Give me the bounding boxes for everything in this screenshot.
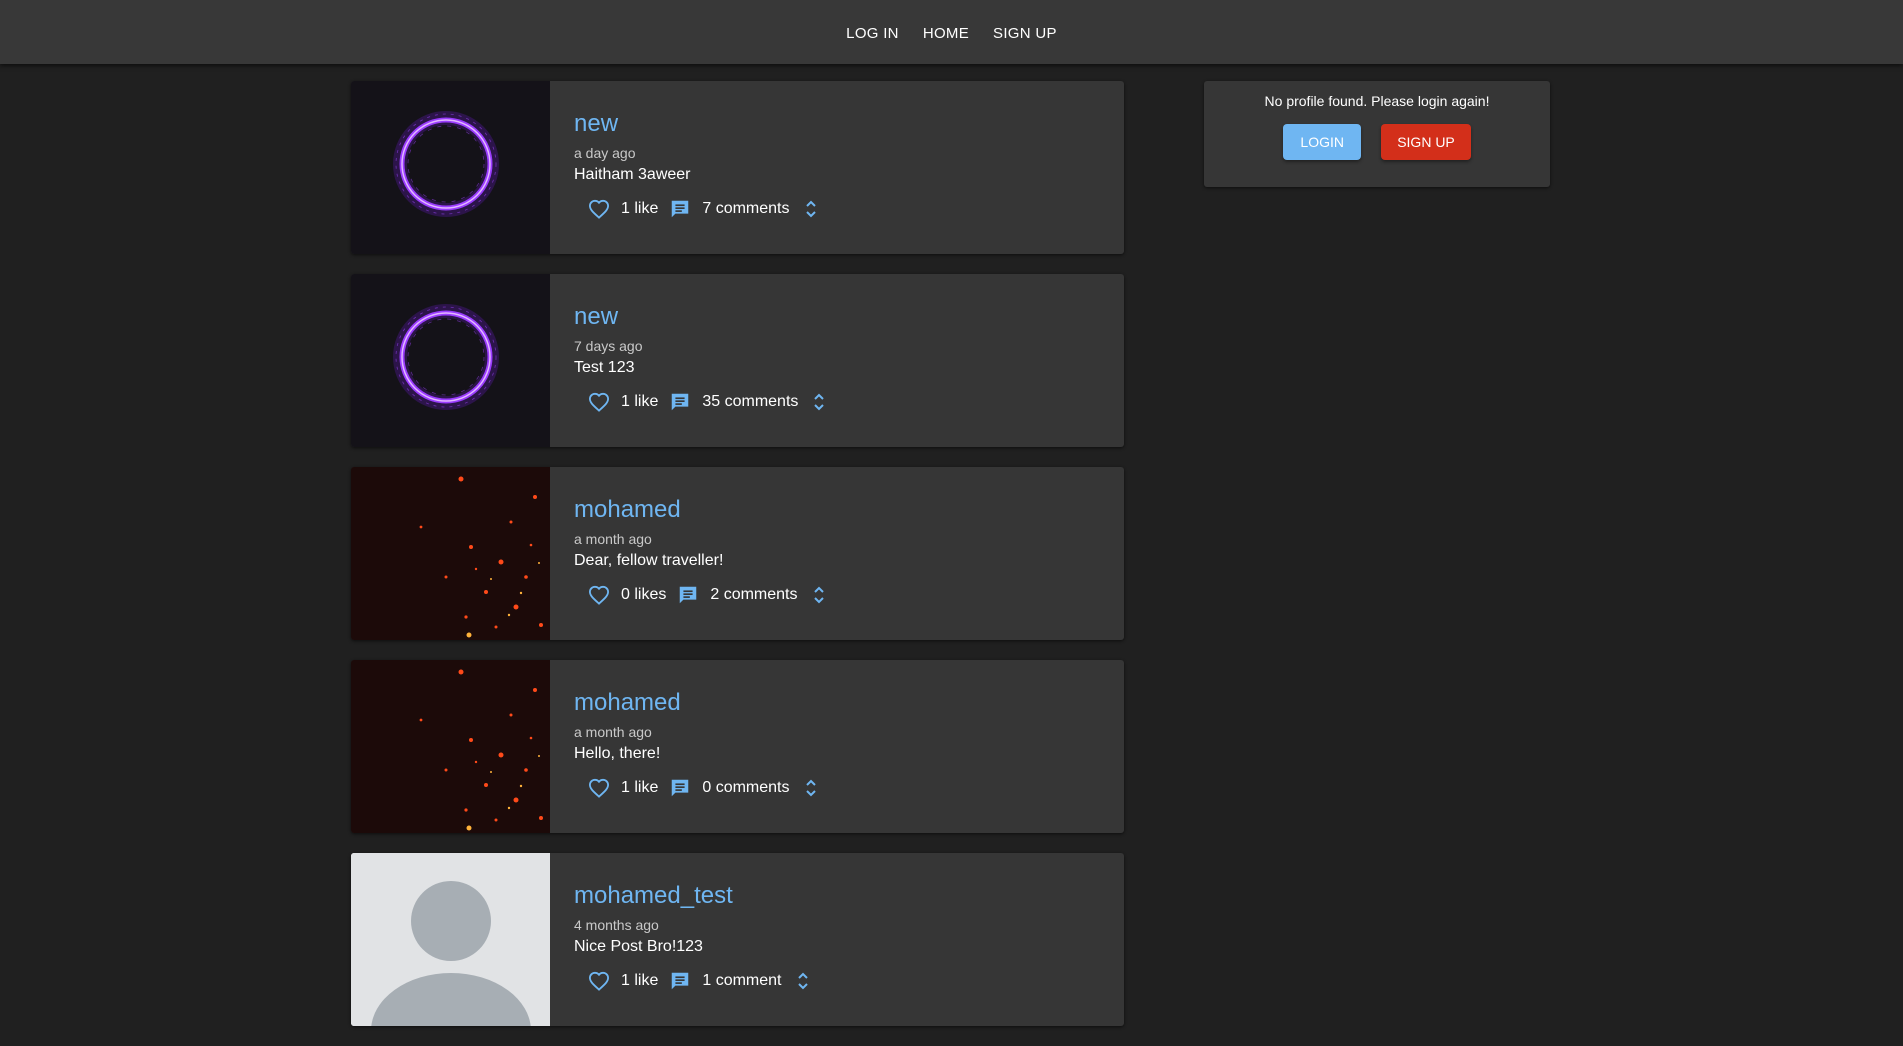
comment-icon <box>672 200 689 218</box>
heart-outline-icon <box>588 778 610 798</box>
comments-button[interactable]: 2 comments <box>677 584 810 606</box>
purple-ring-image <box>351 274 550 447</box>
post-actions: 1 like 0 comments <box>588 777 1124 799</box>
post-card[interactable]: mohamed a month ago Dear, fellow travell… <box>351 467 1124 640</box>
comments-button[interactable]: 35 comments <box>669 391 811 413</box>
post-image[interactable] <box>351 274 550 447</box>
expand-button[interactable] <box>795 970 811 992</box>
expand-button[interactable] <box>811 391 827 413</box>
post-timestamp: a month ago <box>574 531 652 547</box>
like-button[interactable]: 0 likes <box>588 585 677 605</box>
signup-button[interactable]: SIGN UP <box>1381 124 1471 160</box>
post-text: Hello, there! <box>574 745 661 762</box>
post-image[interactable] <box>351 660 550 833</box>
post-author-name[interactable]: mohamed <box>574 496 681 524</box>
post-actions: 0 likes 2 comments <box>588 584 1124 606</box>
post-author-name[interactable]: mohamed <box>574 689 681 717</box>
post-card[interactable]: mohamed_test 4 months ago Nice Post Bro!… <box>351 853 1124 1026</box>
no-profile-message: No profile found. Please login again! <box>1264 93 1490 109</box>
post-text: Nice Post Bro!123 <box>574 938 703 955</box>
post-author-name[interactable]: mohamed_test <box>574 882 733 910</box>
unfold-more-icon <box>805 200 816 218</box>
like-button[interactable]: 1 like <box>588 971 669 991</box>
post-actions: 1 like 7 comments <box>588 198 1124 220</box>
nav-login-link[interactable]: LOG IN <box>846 19 899 48</box>
unfold-more-icon <box>813 586 824 604</box>
post-feed: new a day ago Haitham 3aweer 1 like 7 co… <box>351 81 1124 1046</box>
like-count: 0 likes <box>621 586 667 603</box>
comment-icon <box>672 972 689 990</box>
post-image[interactable] <box>351 853 550 1026</box>
post-text: Test 123 <box>574 359 635 376</box>
post-text: Haitham 3aweer <box>574 166 691 183</box>
default-avatar-image <box>351 853 550 1026</box>
like-count: 1 like <box>621 200 659 217</box>
top-nav-bar: LOG IN HOME SIGN UP <box>0 0 1903 64</box>
unfold-more-icon <box>797 972 808 990</box>
like-button[interactable]: 1 like <box>588 778 669 798</box>
like-button[interactable]: 1 like <box>588 199 669 219</box>
unfold-more-icon <box>805 779 816 797</box>
nav-signup-link[interactable]: SIGN UP <box>993 19 1057 48</box>
comment-count: 1 comment <box>702 972 782 989</box>
comments-button[interactable]: 0 comments <box>669 777 802 799</box>
comment-count: 2 comments <box>710 586 798 603</box>
comments-button[interactable]: 7 comments <box>669 198 802 220</box>
heart-outline-icon <box>588 585 610 605</box>
post-card[interactable]: new a day ago Haitham 3aweer 1 like 7 co… <box>351 81 1124 254</box>
comment-icon <box>672 393 689 411</box>
like-count: 1 like <box>621 779 659 796</box>
login-button[interactable]: LOGIN <box>1283 124 1362 160</box>
post-timestamp: a month ago <box>574 724 652 740</box>
expand-button[interactable] <box>803 198 819 220</box>
auth-sidebar-card: No profile found. Please login again! LO… <box>1204 81 1550 187</box>
like-count: 1 like <box>621 393 659 410</box>
fire-sparks-image <box>351 467 550 640</box>
post-timestamp: a day ago <box>574 145 636 161</box>
post-timestamp: 4 months ago <box>574 917 659 933</box>
heart-outline-icon <box>588 392 610 412</box>
expand-button[interactable] <box>803 777 819 799</box>
nav-home-link[interactable]: HOME <box>923 19 969 48</box>
post-image[interactable] <box>351 81 550 254</box>
post-card[interactable]: mohamed a month ago Hello, there! 1 like… <box>351 660 1124 833</box>
purple-ring-image <box>351 81 550 254</box>
post-image[interactable] <box>351 467 550 640</box>
post-actions: 1 like 35 comments <box>588 391 1124 413</box>
post-actions: 1 like 1 comment <box>588 970 1124 992</box>
comment-count: 35 comments <box>702 393 799 410</box>
comment-icon <box>680 586 697 604</box>
post-author-name[interactable]: new <box>574 303 618 331</box>
unfold-more-icon <box>814 393 825 411</box>
heart-outline-icon <box>588 199 610 219</box>
expand-button[interactable] <box>811 584 827 606</box>
post-text: Dear, fellow traveller! <box>574 552 724 569</box>
post-card[interactable]: new 7 days ago Test 123 1 like 35 commen… <box>351 274 1124 447</box>
post-timestamp: 7 days ago <box>574 338 643 354</box>
comments-button[interactable]: 1 comment <box>669 970 794 992</box>
comment-count: 0 comments <box>702 779 790 796</box>
like-button[interactable]: 1 like <box>588 392 669 412</box>
heart-outline-icon <box>588 971 610 991</box>
comment-icon <box>672 779 689 797</box>
like-count: 1 like <box>621 972 659 989</box>
comment-count: 7 comments <box>702 200 790 217</box>
fire-sparks-image <box>351 660 550 833</box>
post-author-name[interactable]: new <box>574 110 618 138</box>
